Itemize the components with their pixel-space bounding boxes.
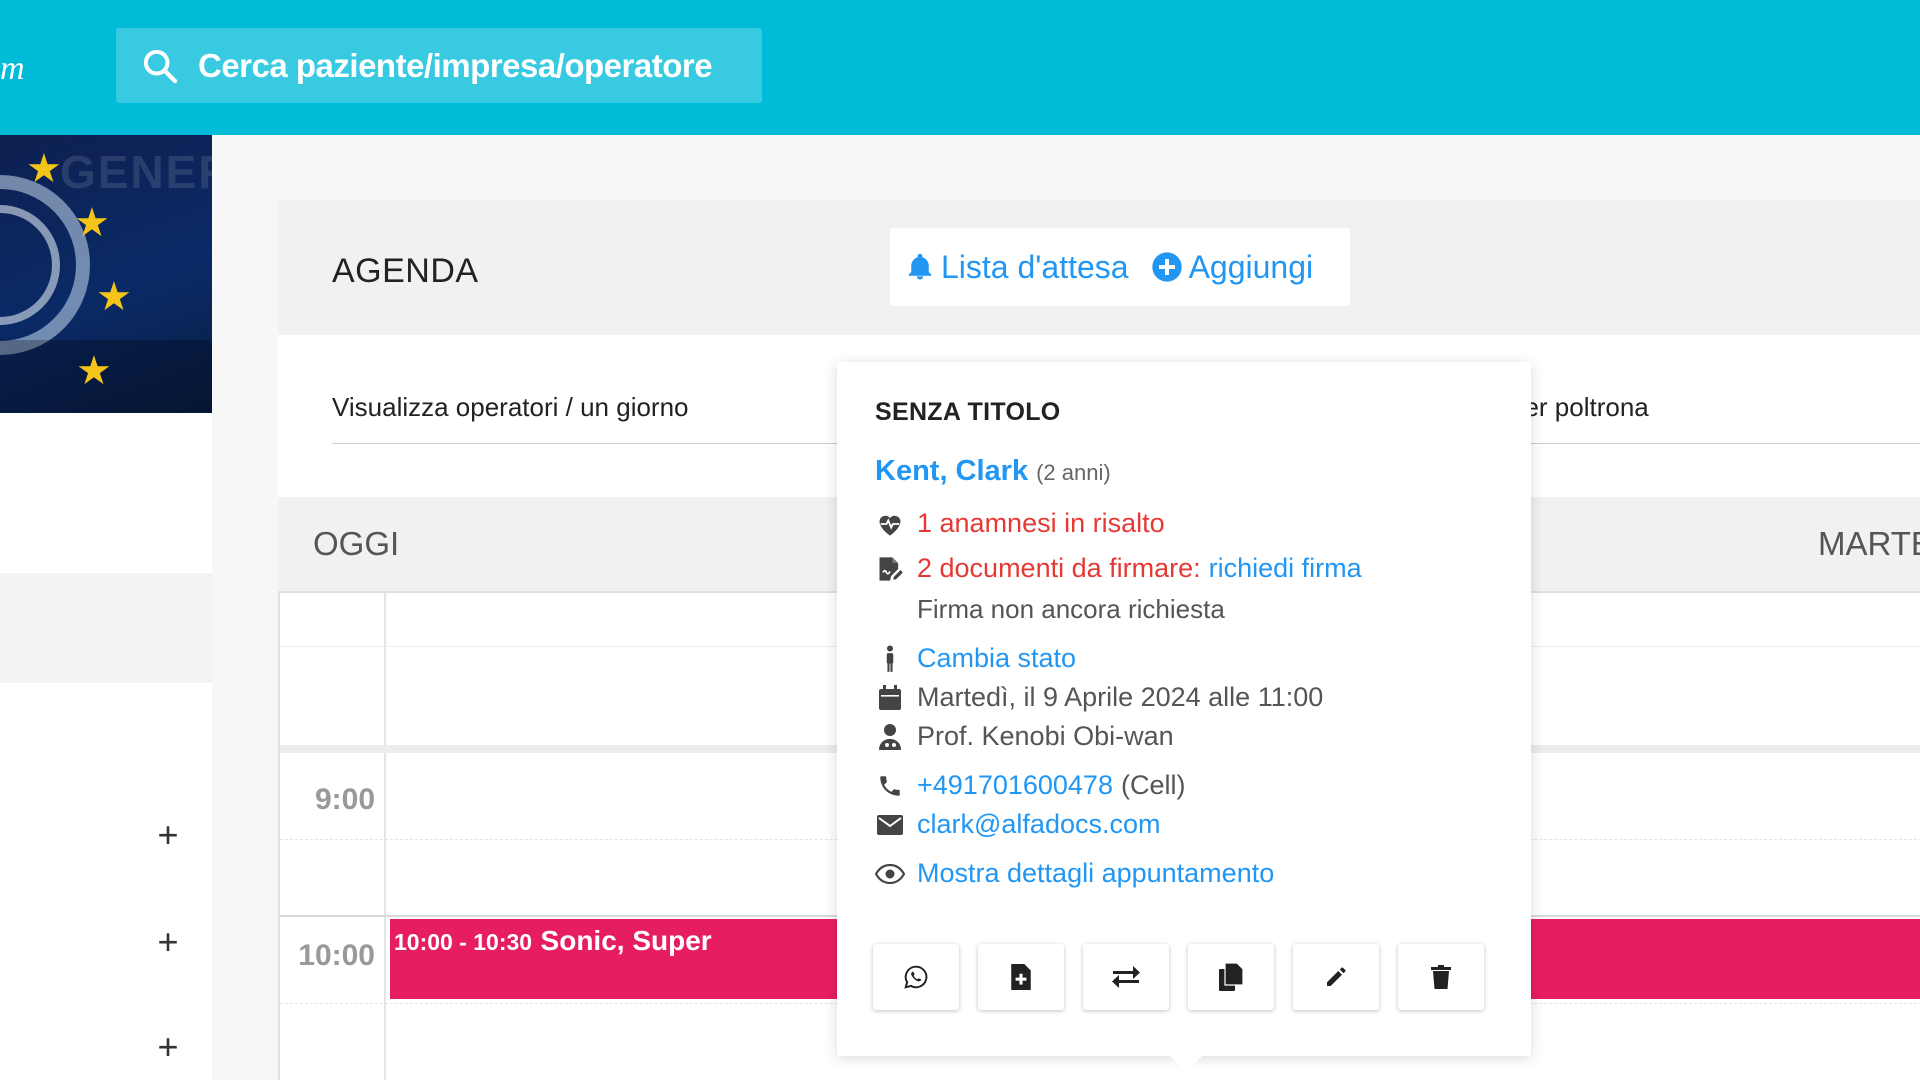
- datetime-row: Martedì, il 9 Aprile 2024 alle 11:00: [875, 682, 1493, 713]
- edit-appointment-button[interactable]: [1293, 944, 1379, 1010]
- whatsapp-button[interactable]: [873, 944, 959, 1010]
- waitlist-button[interactable]: Lista d'attesa: [905, 249, 1129, 286]
- delete-appointment-button[interactable]: [1398, 944, 1484, 1010]
- request-signature-link[interactable]: richiedi firma: [1209, 553, 1362, 584]
- copy-appointment-button[interactable]: [1188, 944, 1274, 1010]
- email-link[interactable]: clark@alfadocs.com: [917, 809, 1161, 840]
- popover-actions: [873, 944, 1503, 1010]
- doctor-icon: [875, 722, 905, 752]
- appointment-datetime: Martedì, il 9 Aprile 2024 alle 11:00: [917, 682, 1324, 712]
- day-column-header: MARTEDÌ: [1818, 525, 1920, 562]
- person-icon: [875, 644, 905, 674]
- appointment-time: 10:00 - 10:30: [394, 929, 533, 955]
- time-column: [280, 593, 386, 1080]
- add-appointment-button[interactable]: Aggiungi: [1151, 248, 1314, 286]
- details-row: Mostra dettagli appuntamento: [875, 858, 1493, 889]
- phone-icon: [875, 771, 905, 801]
- search-icon: [143, 49, 178, 83]
- agenda-actions: Lista d'attesa Aggiungi: [890, 228, 1350, 306]
- patient-name-link[interactable]: Kent, Clark: [875, 455, 1028, 488]
- today-button[interactable]: OGGI: [313, 525, 399, 563]
- add-row-button[interactable]: +: [150, 817, 186, 853]
- eu-logo-image: GENERI ★ ★ ★ ★: [0, 135, 212, 413]
- add-document-button[interactable]: [978, 944, 1064, 1010]
- state-row: Cambia stato: [875, 643, 1493, 674]
- search-placeholder: Cerca paziente/impresa/operatore: [198, 46, 713, 84]
- delete-icon: [1431, 965, 1451, 989]
- logo-watermark: GENERI: [60, 146, 212, 198]
- brand-logo-fragment[interactable]: m: [0, 50, 25, 88]
- phone-type: (Cell): [1120, 770, 1186, 800]
- plus-circle-icon: [1151, 252, 1182, 282]
- add-document-icon: [1011, 964, 1031, 990]
- anamnesis-row: 1 anamnesi in risalto: [875, 508, 1493, 539]
- appointment-patient: Sonic, Super: [540, 925, 712, 956]
- calendar-icon: [875, 683, 905, 713]
- phone-row: +491701600478 (Cell): [875, 770, 1493, 801]
- waitlist-label: Lista d'attesa: [941, 248, 1129, 285]
- agenda-header: AGENDA Lista d'attesa Aggiungi: [278, 200, 1920, 335]
- add-row-button[interactable]: +: [150, 924, 186, 960]
- bell-icon: [908, 253, 932, 280]
- heartbeat-icon: [875, 509, 905, 539]
- add-row-button[interactable]: +: [150, 1029, 186, 1065]
- appointment-popover: SENZA TITOLO Kent, Clark (2 anni) 1 anam…: [837, 362, 1531, 1056]
- phone-link[interactable]: +491701600478: [917, 770, 1113, 801]
- time-label: 10:00: [298, 939, 375, 972]
- search-input[interactable]: Cerca paziente/impresa/operatore: [116, 28, 762, 103]
- sign-document-icon: [875, 554, 905, 584]
- star-icon: ★: [26, 147, 62, 191]
- change-state-link[interactable]: Cambia stato: [917, 643, 1076, 674]
- time-label: 9:00: [314, 783, 375, 816]
- page-title: AGENDA: [332, 252, 479, 290]
- copy-icon: [1219, 963, 1243, 991]
- email-row: clark@alfadocs.com: [875, 809, 1493, 840]
- eye-icon: [875, 859, 905, 889]
- signature-status: Firma non ancora richiesta: [917, 594, 1225, 624]
- anamnesis-link[interactable]: 1 anamnesi in risalto: [917, 508, 1165, 539]
- swap-icon: [1112, 966, 1140, 988]
- patient-row: Kent, Clark (2 anni): [875, 455, 1493, 488]
- documents-row: 2 documenti da firmare: richiedi firma: [875, 553, 1493, 584]
- show-details-link[interactable]: Mostra dettagli appuntamento: [917, 858, 1274, 889]
- star-icon: ★: [74, 201, 110, 245]
- documents-to-sign: 2 documenti da firmare:: [917, 553, 1201, 583]
- operator-row: Prof. Kenobi Obi-wan: [875, 721, 1493, 752]
- sidebar: GENERI ★ ★ ★ ★ + + +: [0, 135, 212, 1080]
- edit-icon: [1327, 967, 1346, 986]
- whatsapp-icon: [904, 965, 928, 989]
- star-icon: ★: [76, 349, 112, 393]
- star-icon: ★: [96, 275, 132, 319]
- sidebar-item-active[interactable]: [0, 573, 212, 683]
- view-chair-select[interactable]: per poltrona: [1510, 392, 1920, 444]
- popover-title: SENZA TITOLO: [875, 398, 1061, 426]
- top-bar: m Cerca paziente/impresa/operatore: [0, 0, 1920, 135]
- operator-name: Prof. Kenobi Obi-wan: [917, 721, 1174, 751]
- patient-age: (2 anni): [1036, 460, 1111, 485]
- add-label: Aggiungi: [1188, 248, 1314, 285]
- popover-arrow: [1168, 1054, 1204, 1072]
- envelope-icon: [875, 810, 905, 840]
- move-appointment-button[interactable]: [1083, 944, 1169, 1010]
